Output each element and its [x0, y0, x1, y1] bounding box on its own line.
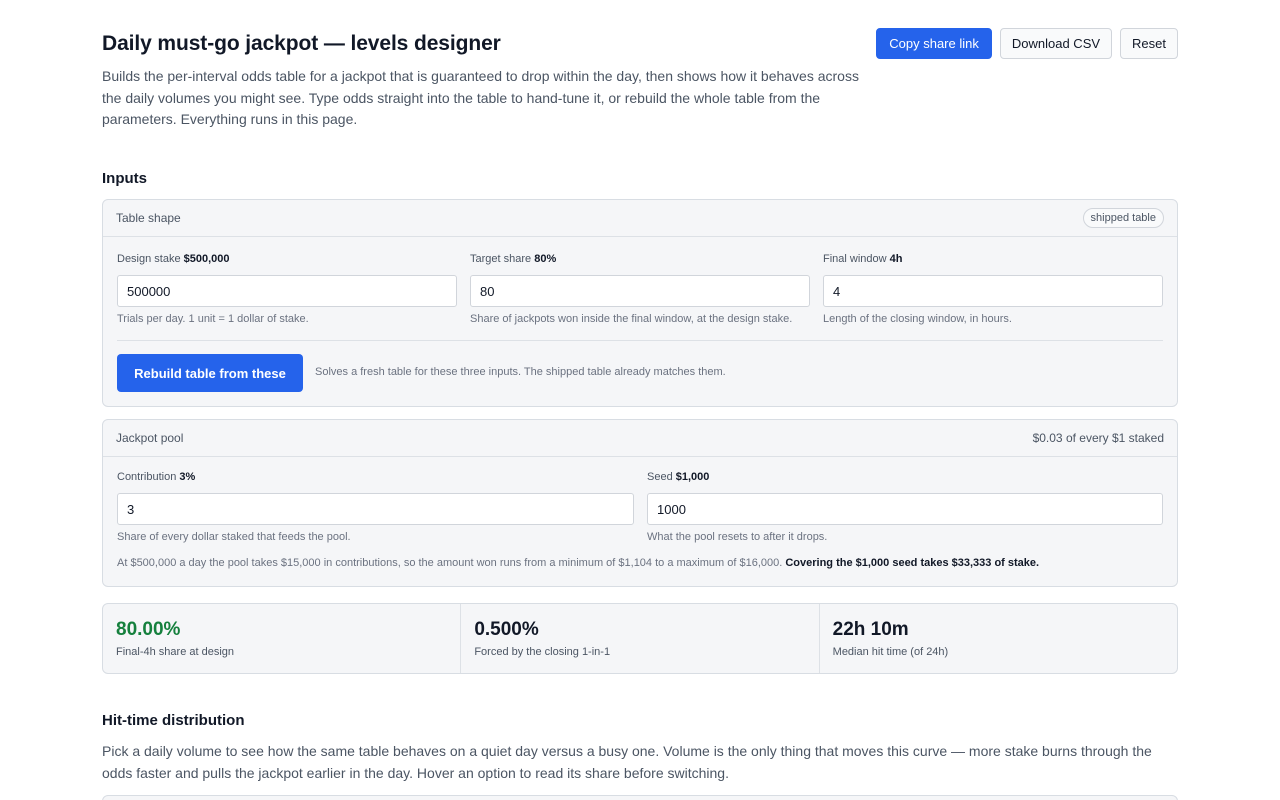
final-window-field: Final window 4h Length of the closing wi…: [823, 253, 1163, 325]
target-share-value-label: 80%: [534, 253, 557, 265]
contribution-input[interactable]: [117, 493, 634, 525]
table-shape-panel: Table shape shipped table Design stake $…: [102, 199, 1178, 407]
distribution-panel: [102, 795, 1178, 800]
design-stake-input[interactable]: [117, 275, 457, 307]
download-csv-button[interactable]: Download CSV: [999, 28, 1113, 59]
stat-forced: 0.500% Forced by the closing 1-in-1: [461, 604, 820, 673]
stat-label: Final-4h share at design: [116, 646, 235, 658]
final-window-value-label: 4h: [889, 253, 903, 265]
header-actions: Copy share link Download CSV Reset: [876, 28, 1178, 59]
design-stake-value-label: $500,000: [183, 253, 230, 265]
pool-summary: At $500,000 a day the pool takes $15,000…: [117, 557, 1040, 569]
distribution-description: Pick a daily volume to see how the same …: [102, 743, 1152, 781]
jackpot-pool-title: Jackpot pool: [116, 431, 184, 445]
inputs-section-title: Inputs: [102, 170, 147, 187]
seed-field: Seed $1,000 What the pool resets to afte…: [647, 471, 1163, 543]
table-shape-header: Table shape shipped table: [103, 200, 1177, 237]
contribution-hint: Share of every dollar staked that feeds …: [117, 531, 351, 543]
contribution-field: Contribution 3% Share of every dollar st…: [117, 471, 634, 543]
seed-value-label: $1,000: [675, 471, 710, 483]
stat-value: 22h 10m: [832, 619, 909, 640]
rebuild-note: Solves a fresh table for these three inp…: [315, 366, 726, 378]
stat-value: 0.500%: [474, 619, 539, 640]
final-window-input[interactable]: [823, 275, 1163, 307]
reset-button[interactable]: Reset: [1120, 28, 1178, 59]
final-window-hint: Length of the closing window, in hours.: [823, 313, 1012, 325]
target-share-hint: Share of jackpots won inside the final w…: [470, 313, 793, 325]
target-share-field: Target share 80% Share of jackpots won i…: [470, 253, 810, 325]
target-share-input[interactable]: [470, 275, 810, 307]
table-shape-divider: [117, 340, 1163, 341]
seed-input[interactable]: [647, 493, 1163, 525]
pool-summary-bold: Covering the $1,000 seed takes $33,333 o…: [785, 557, 1040, 569]
stat-label: Median hit time (of 24h): [832, 646, 949, 658]
stats-strip: 80.00% Final-4h share at design 0.500% F…: [102, 603, 1178, 674]
final-window-label: Final window 4h: [823, 253, 903, 265]
contribution-value-label: 3%: [179, 471, 196, 483]
stat-median-hit: 22h 10m Median hit time (of 24h): [820, 604, 1177, 673]
contribution-rate-note: $0.03 of every $1 staked: [1032, 431, 1164, 445]
design-stake-hint: Trials per day. 1 unit = 1 dollar of sta…: [117, 313, 309, 325]
target-share-label: Target share 80%: [470, 253, 557, 265]
stat-final-share: 80.00% Final-4h share at design: [103, 604, 462, 673]
design-stake-label: Design stake $500,000: [117, 253, 230, 265]
distribution-section-title: Hit-time distribution: [102, 712, 245, 729]
jackpot-pool-panel: Jackpot pool $0.03 of every $1 staked Co…: [102, 419, 1178, 587]
page-header: Daily must-go jackpot — levels designer …: [102, 28, 1178, 138]
seed-hint: What the pool resets to after it drops.: [647, 531, 828, 543]
contribution-label: Contribution 3%: [117, 471, 196, 483]
table-shape-title: Table shape: [116, 211, 181, 225]
stat-value: 80.00%: [116, 619, 181, 640]
jackpot-pool-header: Jackpot pool $0.03 of every $1 staked: [103, 420, 1177, 457]
page-title: Daily must-go jackpot — levels designer: [102, 32, 501, 55]
shipped-table-badge: shipped table: [1082, 208, 1164, 228]
stat-label: Forced by the closing 1-in-1: [474, 646, 611, 658]
rebuild-table-button[interactable]: Rebuild table from these: [117, 354, 303, 392]
page-description: Builds the per-interval odds table for a…: [102, 68, 859, 127]
seed-label: Seed $1,000: [647, 471, 710, 483]
design-stake-field: Design stake $500,000 Trials per day. 1 …: [117, 253, 457, 325]
copy-share-link-button[interactable]: Copy share link: [876, 28, 992, 59]
